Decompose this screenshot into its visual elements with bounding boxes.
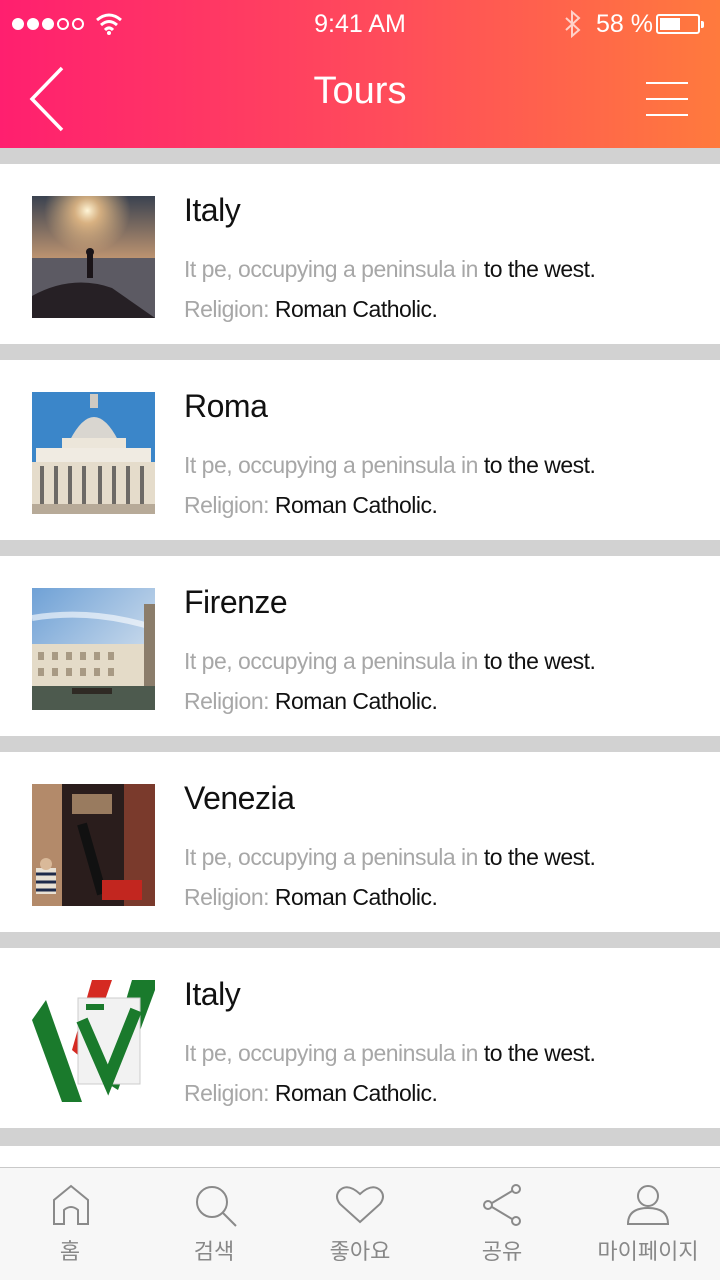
- desc-muted: It pe, occupying a peninsula in: [184, 1040, 484, 1066]
- religion-label: Religion:: [184, 1080, 275, 1106]
- tour-title: Firenze: [184, 584, 288, 620]
- tab-bar: 홈 검색 좋아요 공유 마이페이지: [0, 1167, 720, 1280]
- list-item[interactable]: Firenze It pe, occupying a peninsula in …: [0, 556, 720, 736]
- tour-description: It pe, occupying a peninsula in to the w…: [184, 1040, 596, 1067]
- menu-button[interactable]: [646, 80, 690, 118]
- religion-value: Roman Catholic.: [274, 688, 438, 714]
- tab-label: 홈: [59, 1239, 81, 1264]
- tour-title: Venezia: [184, 780, 295, 816]
- tour-title: Italy: [184, 976, 241, 1012]
- home-icon: [53, 1184, 89, 1225]
- tour-thumbnail: [32, 588, 155, 710]
- tab-label: 공유: [481, 1239, 523, 1264]
- tour-religion: Religion: Roman Catholic.: [184, 1080, 438, 1107]
- list-item[interactable]: Venezia It pe, occupying a peninsula in …: [0, 752, 720, 932]
- tab-label: 검색: [193, 1239, 235, 1264]
- battery-percent: 58 %: [596, 10, 653, 38]
- tour-description: It pe, occupying a peninsula in to the w…: [184, 648, 596, 675]
- tour-thumbnail: [32, 980, 155, 1102]
- desc-strong: to the west.: [483, 844, 596, 870]
- tab-label: 마이페이지: [597, 1239, 699, 1264]
- desc-muted: It pe, occupying a peninsula in: [184, 452, 484, 478]
- tour-description: It pe, occupying a peninsula in to the w…: [184, 844, 596, 871]
- desc-muted: It pe, occupying a peninsula in: [184, 648, 484, 674]
- tour-description: It pe, occupying a peninsula in to the w…: [184, 452, 596, 479]
- religion-value: Roman Catholic.: [274, 884, 438, 910]
- desc-strong: to the west.: [483, 452, 596, 478]
- religion-value: Roman Catholic.: [274, 296, 438, 322]
- battery-icon: [656, 14, 704, 34]
- desc-muted: It pe, occupying a peninsula in: [184, 844, 484, 870]
- heart-icon: [336, 1186, 384, 1224]
- religion-value: Roman Catholic.: [274, 492, 438, 518]
- tab-share[interactable]: 공유: [432, 1168, 572, 1280]
- desc-strong: to the west.: [483, 648, 596, 674]
- tour-thumbnail: [32, 196, 155, 318]
- bluetooth-icon: [565, 10, 581, 38]
- header: 9:41 AM 58 % Tours: [0, 0, 720, 148]
- share-icon: [483, 1184, 521, 1226]
- tab-mypage[interactable]: 마이페이지: [578, 1168, 718, 1280]
- tour-religion: Religion: Roman Catholic.: [184, 296, 438, 323]
- tour-title: Italy: [184, 192, 241, 228]
- tab-search[interactable]: 검색: [144, 1168, 284, 1280]
- list-item-partial[interactable]: [0, 1146, 720, 1168]
- tour-description: It pe, occupying a peninsula in to the w…: [184, 256, 596, 283]
- tour-religion: Religion: Roman Catholic.: [184, 688, 438, 715]
- tour-thumbnail: [32, 392, 155, 514]
- desc-muted: It pe, occupying a peninsula in: [184, 256, 484, 282]
- page-title: Tours: [313, 70, 407, 112]
- tab-label: 좋아요: [329, 1239, 391, 1264]
- religion-value: Roman Catholic.: [274, 1080, 438, 1106]
- tour-religion: Religion: Roman Catholic.: [184, 492, 438, 519]
- religion-label: Religion:: [184, 688, 275, 714]
- tour-religion: Religion: Roman Catholic.: [184, 884, 438, 911]
- religion-label: Religion:: [184, 296, 275, 322]
- tab-home[interactable]: 홈: [0, 1168, 140, 1280]
- religion-label: Religion:: [184, 884, 275, 910]
- tour-title: Roma: [184, 388, 268, 424]
- status-bar: 9:41 AM 58 %: [0, 0, 720, 48]
- religion-label: Religion:: [184, 492, 275, 518]
- tab-like[interactable]: 좋아요: [290, 1168, 430, 1280]
- tour-thumbnail: [32, 784, 155, 906]
- search-icon: [196, 1186, 237, 1227]
- list-item[interactable]: Roma It pe, occupying a peninsula in to …: [0, 360, 720, 540]
- desc-strong: to the west.: [483, 256, 596, 282]
- list-item[interactable]: Italy It pe, occupying a peninsula in to…: [0, 948, 720, 1128]
- list-item[interactable]: Italy It pe, occupying a peninsula in to…: [0, 164, 720, 344]
- user-icon: [626, 1185, 670, 1225]
- desc-strong: to the west.: [483, 1040, 596, 1066]
